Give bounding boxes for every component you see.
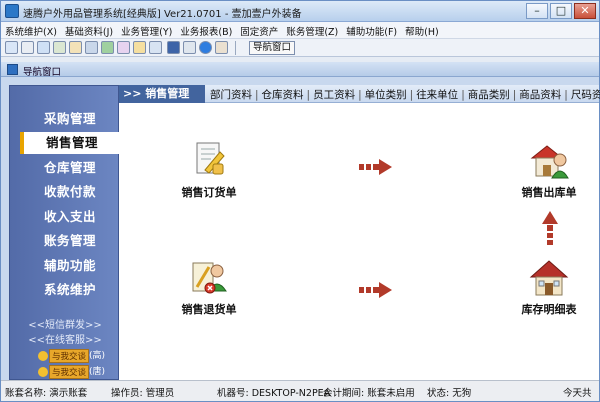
- tab-product[interactable]: 商品资料: [518, 89, 562, 101]
- arrow-right-icon: [359, 282, 392, 298]
- sidebar-item-system[interactable]: 系统维护: [20, 279, 120, 301]
- window-icon[interactable]: [37, 41, 50, 54]
- status-period: 会计期间: 账套未启用: [323, 388, 415, 399]
- tool-icon[interactable]: [85, 41, 98, 54]
- nav-window-title: 导航窗口: [23, 67, 62, 78]
- sales-outbound-label: 销售出库单: [521, 186, 577, 199]
- print-icon[interactable]: [183, 41, 196, 54]
- sidebar-item-warehouse[interactable]: 仓库管理: [20, 157, 120, 179]
- qq-contact-1[interactable]: 与我交谈 (高): [38, 348, 112, 363]
- tab-department[interactable]: 部门资料: [209, 89, 253, 101]
- menu-reports[interactable]: 业务报表(B): [176, 22, 236, 38]
- folder-icon[interactable]: [133, 41, 146, 54]
- report-icon[interactable]: [53, 41, 66, 54]
- tab-unit-category[interactable]: 单位类别: [364, 89, 408, 101]
- tab-product-category[interactable]: 商品类别: [467, 89, 511, 101]
- inventory-detail-node[interactable]: 库存明细表: [504, 257, 594, 317]
- qq-contact-2[interactable]: 与我交谈 (唐): [38, 364, 112, 379]
- nav-window-content: 采购管理 销售管理 仓库管理 收款付款 收入支出 账务管理 辅助功能 系统维护 …: [1, 77, 600, 380]
- edit-icon[interactable]: [69, 41, 82, 54]
- sales-return-icon: [189, 257, 229, 297]
- sales-outbound-icon: [529, 140, 569, 180]
- status-machine: 机器号: DESKTOP-N2PEA: [217, 388, 331, 399]
- window-title: 速腾户外用品管理系统[经典版] Ver21.0701 - 壹加壹户外装备: [23, 9, 302, 20]
- tab-employee[interactable]: 员工资料: [312, 89, 356, 101]
- sales-return-node[interactable]: 销售退货单: [164, 257, 254, 317]
- menu-basic-data[interactable]: 基础资料(J): [61, 22, 117, 38]
- sms-link[interactable]: <<短信群发>>: [10, 316, 120, 331]
- sales-outbound-node[interactable]: 销售出库单: [504, 140, 594, 200]
- arrow-right-icon: [359, 159, 392, 175]
- online-service-link[interactable]: <<在线客服>>: [10, 331, 120, 346]
- sales-order-icon: [189, 140, 229, 180]
- calc-icon[interactable]: [117, 41, 130, 54]
- user-icon[interactable]: [101, 41, 114, 54]
- qq-icon: [38, 350, 48, 361]
- save-icon[interactable]: [167, 41, 180, 54]
- section-tabs: >> 销售管理 部门资料 | 仓库资料 | 员工资料 | 单位类别 | 往来单位 | 商品类别 | 商品…: [119, 85, 600, 103]
- app-icon: [5, 4, 19, 18]
- list-icon[interactable]: [21, 41, 34, 54]
- tab-warehouse[interactable]: 仓库资料: [261, 89, 305, 101]
- nav-window-button[interactable]: 导航窗口: [249, 41, 296, 55]
- help-icon[interactable]: [199, 41, 212, 54]
- sidebar-item-auxiliary[interactable]: 辅助功能: [20, 255, 120, 277]
- menu-auxiliary[interactable]: 辅助功能(F): [342, 22, 401, 38]
- tab-size[interactable]: 尺码资料: [570, 89, 600, 101]
- toolbar: 导航窗口: [1, 39, 599, 57]
- menu-accounts[interactable]: 账务管理(Z): [282, 22, 342, 38]
- sidebar-item-income[interactable]: 收入支出: [20, 206, 120, 228]
- status-account: 账套名称: 演示账套: [5, 388, 88, 399]
- card-icon[interactable]: [149, 41, 162, 54]
- exit-icon[interactable]: [215, 41, 228, 54]
- inventory-detail-label: 库存明细表: [521, 303, 577, 316]
- close-button[interactable]: ✕: [574, 3, 596, 19]
- status-state: 状态: 无狗: [427, 388, 472, 399]
- status-bar: 账套名称: 演示账套 操作员: 管理员 机器号: DESKTOP-N2PEA 会…: [1, 380, 599, 401]
- minimize-button[interactable]: –: [526, 3, 548, 19]
- main-panel: >> 销售管理 部门资料 | 仓库资料 | 员工资料 | 单位类别 | 往来单位 | 商品类别 | 商品…: [119, 85, 600, 380]
- nav-window-icon: [7, 64, 18, 75]
- toolbar-separator: [235, 41, 236, 55]
- qq-icon: [38, 366, 48, 377]
- house-icon: [529, 257, 569, 297]
- status-date: 今天共: [563, 388, 592, 399]
- menu-business[interactable]: 业务管理(Y): [117, 22, 176, 38]
- menu-system[interactable]: 系统维护(X): [1, 22, 61, 38]
- menu-help[interactable]: 帮助(H): [401, 22, 443, 38]
- sidebar-item-accounts[interactable]: 账务管理: [20, 230, 120, 252]
- main-window: 速腾户外用品管理系统[经典版] Ver21.0701 - 壹加壹户外装备 – □…: [0, 0, 600, 402]
- status-operator: 操作员: 管理员: [111, 388, 175, 399]
- maximize-button[interactable]: □: [550, 3, 572, 19]
- sidebar: 采购管理 销售管理 仓库管理 收款付款 收入支出 账务管理 辅助功能 系统维护 …: [9, 85, 120, 380]
- arrow-up-icon: [542, 211, 558, 245]
- sales-return-label: 销售退货单: [181, 303, 237, 316]
- nav-window-titlebar: 导航窗口: [1, 62, 599, 78]
- menu-bar: 系统维护(X) 基础资料(J) 业务管理(Y) 业务报表(B) 固定资产 账务管…: [1, 22, 599, 39]
- sales-order-label: 销售订货单: [181, 186, 237, 199]
- tab-partners[interactable]: 往来单位: [415, 89, 459, 101]
- section-header: >> 销售管理: [119, 85, 205, 103]
- sidebar-item-sales[interactable]: 销售管理: [20, 132, 120, 154]
- sidebar-item-purchase[interactable]: 采购管理: [20, 108, 120, 130]
- title-bar: 速腾户外用品管理系统[经典版] Ver21.0701 - 壹加壹户外装备 – □…: [1, 1, 599, 22]
- sidebar-item-payments[interactable]: 收款付款: [20, 181, 120, 203]
- menu-fixed-assets[interactable]: 固定资产: [236, 22, 282, 38]
- new-icon[interactable]: [5, 41, 18, 54]
- sales-order-node[interactable]: 销售订货单: [164, 140, 254, 200]
